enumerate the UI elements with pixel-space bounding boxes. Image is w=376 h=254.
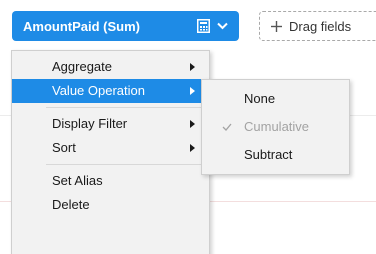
menu-item-value-operation[interactable]: Value Operation (12, 79, 209, 103)
calculator-icon[interactable] (197, 19, 210, 33)
drag-fields-label: Drag fields (289, 18, 352, 34)
submenu-item-cumulative: Cumulative (202, 113, 349, 141)
menu-separator (46, 107, 203, 108)
field-chip-label: AmountPaid (Sum) (23, 18, 140, 34)
submenu-arrow-icon (190, 120, 195, 128)
plus-icon (271, 20, 282, 32)
submenu-item-label: Cumulative (244, 119, 310, 134)
report-designer-canvas: AmountPaid (Sum) Drag fields Aggregate V… (0, 0, 376, 254)
value-operation-submenu: None Cumulative Subtract (201, 79, 350, 175)
field-context-menu: Aggregate Value Operation Display Filter… (11, 50, 210, 254)
menu-item-set-alias[interactable]: Set Alias (12, 169, 209, 193)
check-icon (222, 123, 232, 131)
menu-item-label: Value Operation (52, 83, 145, 98)
submenu-item-none[interactable]: None (202, 85, 349, 113)
amountpaid-field-chip[interactable]: AmountPaid (Sum) (12, 11, 239, 41)
menu-item-delete[interactable]: Delete (12, 193, 209, 217)
menu-item-label: Set Alias (52, 173, 103, 188)
submenu-arrow-icon (190, 144, 195, 152)
menu-item-label: Delete (52, 197, 90, 212)
menu-separator (46, 164, 203, 165)
chevron-down-icon[interactable] (217, 22, 228, 30)
drag-fields-drop-zone[interactable]: Drag fields (259, 11, 376, 41)
menu-item-label: Sort (52, 140, 76, 155)
menu-item-label: Display Filter (52, 116, 128, 131)
submenu-item-label: Subtract (244, 147, 293, 162)
menu-item-sort[interactable]: Sort (12, 136, 209, 160)
submenu-arrow-icon (190, 87, 195, 95)
submenu-item-subtract[interactable]: Subtract (202, 141, 349, 169)
submenu-item-label: None (244, 91, 276, 106)
menu-item-aggregate[interactable]: Aggregate (12, 55, 209, 79)
menu-item-label: Aggregate (52, 59, 112, 74)
menu-item-display-filter[interactable]: Display Filter (12, 112, 209, 136)
submenu-arrow-icon (190, 63, 195, 71)
